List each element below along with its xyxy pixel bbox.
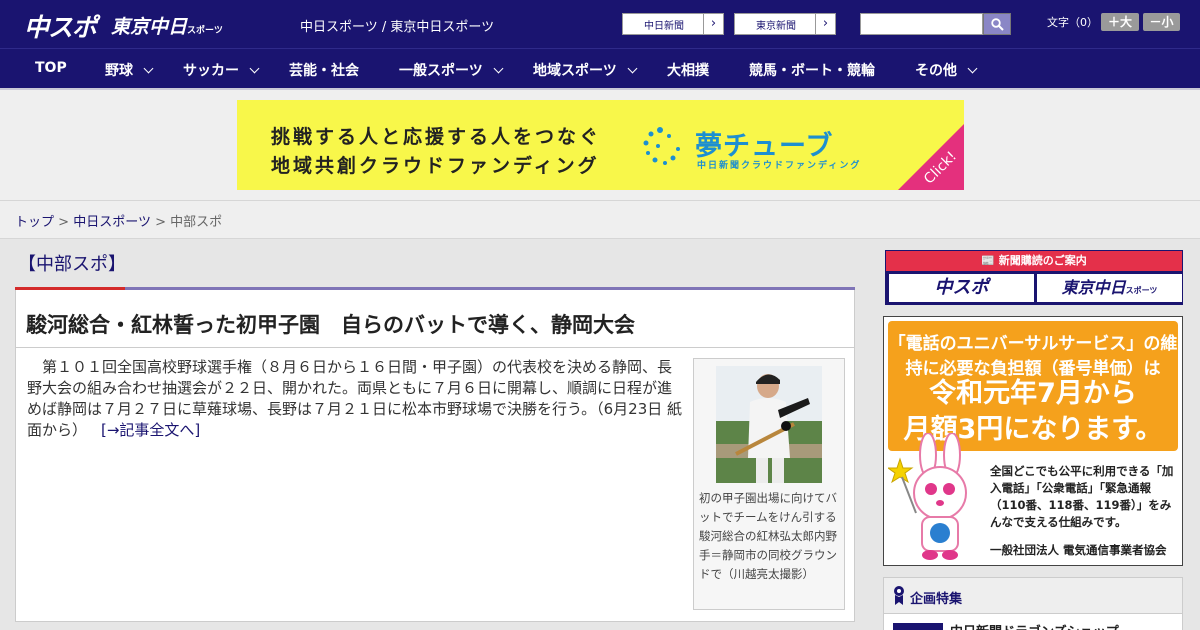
feature-header: 企画特集 bbox=[884, 578, 1182, 614]
subscribe-tokyo-small: スポーツ bbox=[1125, 286, 1158, 295]
search-icon bbox=[991, 18, 1004, 31]
feature-item-link[interactable]: 中日新聞ドラゴンズショップ bbox=[950, 621, 1119, 630]
font-size-label: 文字（0） bbox=[1047, 16, 1098, 29]
tokyo-logo-small: スポーツ bbox=[187, 26, 223, 36]
batter-photo-image bbox=[716, 366, 822, 483]
nav-label: 競馬・ボート・競輪 bbox=[749, 63, 875, 79]
feature-title: 企画特集 bbox=[910, 592, 963, 607]
photo-caption: 初の甲子園出場に向けてバットでチームをけん引する駿河総合の紅林弘太郎内野手＝静岡… bbox=[699, 491, 837, 581]
chevron-right-icon: › bbox=[815, 14, 835, 34]
chunichi-shimbun-label: 中日新聞 bbox=[644, 21, 684, 32]
chunichi-shimbun-button[interactable]: 中日新聞 › bbox=[622, 13, 724, 35]
feature-box: 企画特集 中日新聞ドラゴンズショップ bbox=[883, 577, 1183, 630]
nav-item-other[interactable]: その他 bbox=[915, 60, 978, 80]
yume-tube-banner[interactable]: 挑戦する人と応援する人をつなぐ 地域共創クラウドファンディング 夢チューブ 中日… bbox=[237, 100, 964, 190]
read-more-link[interactable]: [→記事全文へ] bbox=[101, 421, 200, 439]
nav-item-top[interactable]: TOP bbox=[35, 60, 67, 76]
nav-item-baseball[interactable]: 野球 bbox=[105, 60, 154, 80]
font-bigger-button[interactable]: ＋大 bbox=[1101, 13, 1139, 31]
chuspo-logo[interactable]: 中スポ bbox=[24, 8, 97, 44]
search-button[interactable] bbox=[983, 13, 1011, 35]
section-title: 【中部スポ】 bbox=[18, 254, 126, 275]
nav-label: 地域スポーツ bbox=[533, 63, 617, 79]
main-nav: TOP 野球 サッカー 芸能・社会 一般スポーツ 地域スポーツ 大相撲 競馬・ボ… bbox=[0, 48, 1200, 90]
nav-item-entertainment[interactable]: 芸能・社会 bbox=[289, 60, 359, 80]
breadcrumb-sep: > bbox=[58, 215, 70, 230]
chevron-down-icon bbox=[627, 63, 638, 74]
rabbit-mascot-icon bbox=[888, 433, 967, 560]
article-photo[interactable] bbox=[716, 366, 822, 483]
nav-item-soccer[interactable]: サッカー bbox=[183, 60, 260, 80]
nav-item-sumo[interactable]: 大相撲 bbox=[667, 60, 709, 80]
top-bar: 中スポ 東京中日スポーツ 中日スポーツ / 東京中日スポーツ 中日新聞 › 東京… bbox=[0, 0, 1200, 48]
article-body: 第１０１回全国高校野球選手権（８月６日から１６日間・甲子園）の代表校を決める静岡… bbox=[27, 357, 685, 441]
photo-box: 初の甲子園出場に向けてバットでチームをけん引する駿河総合の紅林弘太郎内野手＝静岡… bbox=[693, 358, 845, 610]
subscribe-chuspo-button[interactable]: 中スポ bbox=[889, 274, 1034, 302]
dragons-shop-icon bbox=[893, 623, 943, 630]
nav-label: 芸能・社会 bbox=[289, 63, 359, 79]
ribbon-icon bbox=[894, 586, 904, 605]
tokyo-shimbun-button[interactable]: 東京新聞 › bbox=[734, 13, 836, 35]
subscribe-tokyo-button[interactable]: 東京中日スポーツ bbox=[1037, 274, 1182, 302]
nav-label: 一般スポーツ bbox=[399, 63, 483, 79]
chevron-down-icon bbox=[249, 63, 260, 74]
chevron-right-icon: › bbox=[703, 14, 723, 34]
nav-label: サッカー bbox=[183, 63, 239, 79]
article-card: 駿河総合・紅林誓った初甲子園 自らのバットで導く、静岡大会 第１０１回全国高校野… bbox=[15, 290, 855, 622]
chevron-down-icon bbox=[493, 63, 504, 74]
breadcrumb-sep: > bbox=[155, 215, 166, 230]
divider bbox=[16, 347, 854, 348]
tokyo-logo-text: 東京中日 bbox=[111, 16, 188, 38]
tokyo-shimbun-label: 東京新聞 bbox=[756, 21, 796, 32]
subscribe-tokyo-label: 東京中日 bbox=[1061, 278, 1126, 297]
banner-line-1: 挑戦する人と応援する人をつなぐ bbox=[271, 126, 602, 148]
site-links[interactable]: 中日スポーツ / 東京中日スポーツ bbox=[300, 16, 494, 35]
breadcrumb-current: 中部スポ bbox=[170, 215, 223, 230]
nav-label: 野球 bbox=[105, 63, 133, 79]
nav-item-local-sports[interactable]: 地域スポーツ bbox=[533, 60, 638, 80]
newspaper-icon: 📰 bbox=[981, 254, 999, 267]
ad-description: 全国どこでも公平に利用できる「加入電話」「公衆電話」「緊急通報（110番、118… bbox=[990, 464, 1174, 529]
nav-item-general-sports[interactable]: 一般スポーツ bbox=[399, 60, 504, 80]
banner-line-2: 地域共創クラウドファンディング bbox=[271, 155, 600, 177]
breadcrumb-section[interactable]: 中日スポーツ bbox=[73, 215, 151, 230]
tokyo-chunichi-logo[interactable]: 東京中日スポーツ bbox=[111, 12, 223, 39]
breadcrumb-home[interactable]: トップ bbox=[15, 215, 54, 230]
ad-orange-panel: 「電話のユニバーサルサービス」の維持に必要な負担額（番号単価）は 令和元年7月か… bbox=[888, 321, 1178, 451]
breadcrumb: トップ > 中日スポーツ > 中部スポ bbox=[15, 211, 222, 230]
ad-line-2: 令和元年7月から bbox=[929, 378, 1137, 409]
search-input[interactable] bbox=[860, 13, 983, 35]
chevron-down-icon bbox=[143, 63, 154, 74]
subscription-header: 📰 新聞購読のご案内 bbox=[886, 251, 1182, 271]
font-smaller-button[interactable]: －小 bbox=[1143, 13, 1180, 31]
article-headline: 駿河総合・紅林誓った初甲子園 自らのバットで導く、静岡大会 bbox=[26, 313, 635, 337]
banner-subtitle: 中日新聞クラウドファンディング bbox=[697, 161, 862, 171]
subscription-box: 📰 新聞購読のご案内 中スポ 東京中日スポーツ bbox=[885, 250, 1183, 305]
ad-organization: 一般社団法人 電気通信事業者協会 bbox=[990, 543, 1167, 557]
nav-label: 大相撲 bbox=[667, 63, 709, 79]
chevron-down-icon bbox=[967, 63, 978, 74]
nav-label: TOP bbox=[35, 60, 67, 76]
universal-service-ad[interactable]: 「電話のユニバーサルサービス」の維持に必要な負担額（番号単価）は 令和元年7月か… bbox=[883, 316, 1183, 566]
section-header: 【中部スポ】 bbox=[15, 248, 855, 290]
subscription-title: 新聞購読のご案内 bbox=[998, 254, 1087, 267]
dots-logo-icon bbox=[643, 127, 680, 165]
nav-label: その他 bbox=[915, 63, 957, 79]
nav-item-racing[interactable]: 競馬・ボート・競輪 bbox=[749, 60, 875, 80]
